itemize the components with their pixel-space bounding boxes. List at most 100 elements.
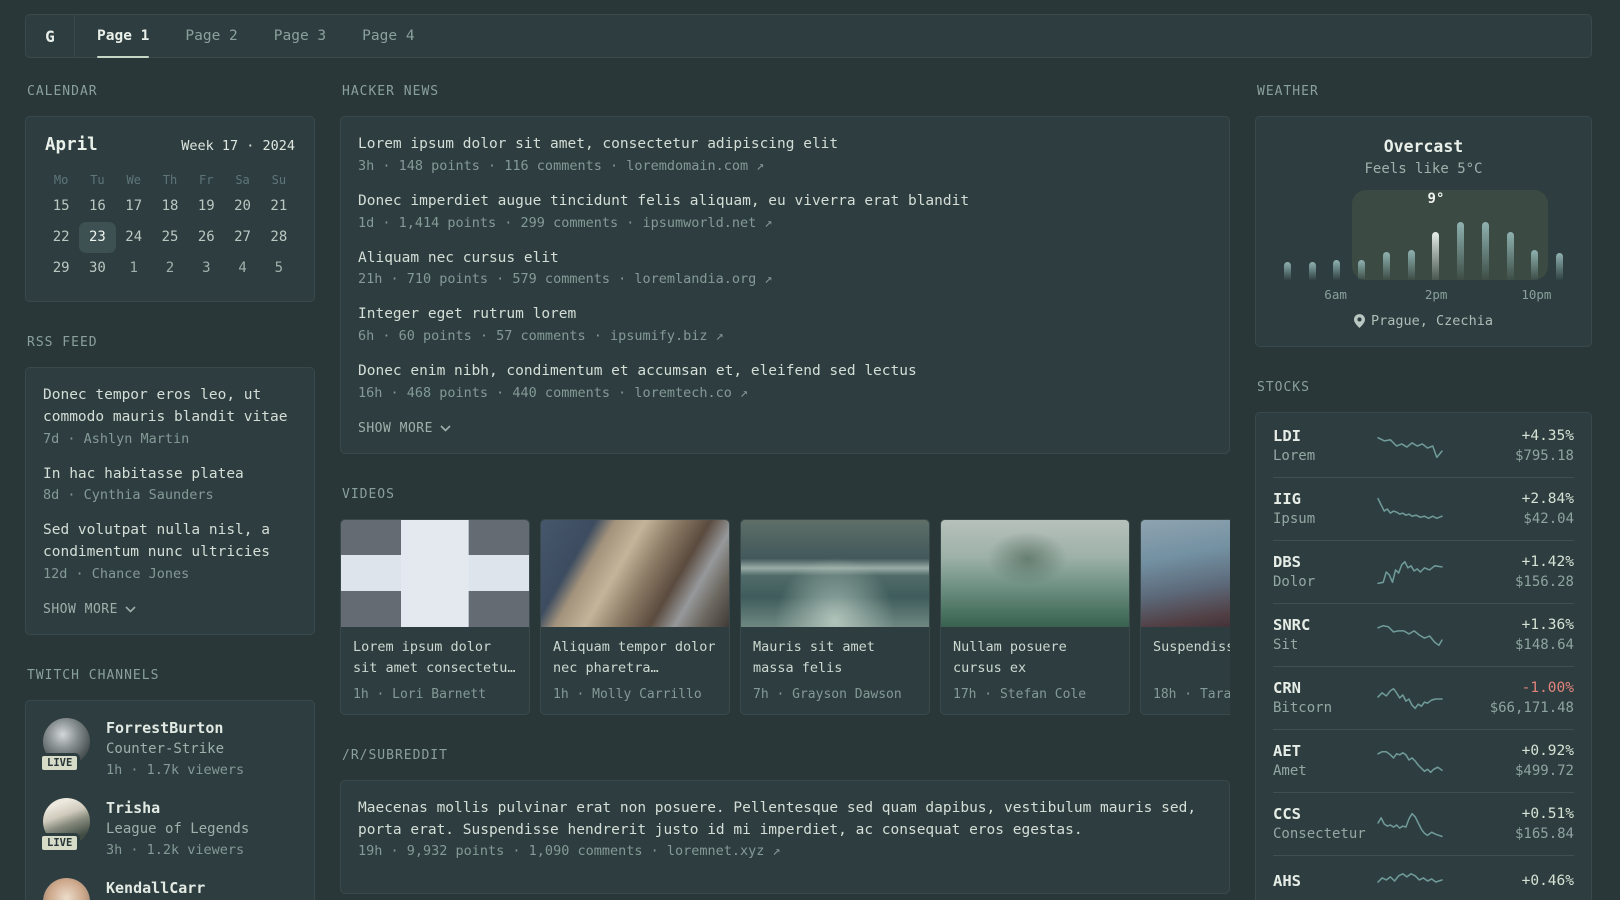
rss-item[interactable]: Donec tempor eros leo, ut commodo mauris… bbox=[43, 385, 297, 447]
weather-bar bbox=[1382, 252, 1390, 280]
twitch-channel-row[interactable]: KendallCarr bbox=[43, 877, 297, 900]
stock-sparkline bbox=[1377, 750, 1443, 774]
hn-item-meta[interactable]: 21h · 710 points · 579 comments · loreml… bbox=[358, 271, 1212, 287]
twitch-channel-name[interactable]: Trisha bbox=[106, 798, 249, 819]
twitch-channel-row[interactable]: LIVE ForrestBurton Counter-Strike 1h · 1… bbox=[39, 717, 297, 780]
video-thumbnail[interactable] bbox=[741, 519, 929, 627]
hn-item[interactable]: Donec imperdiet augue tincidunt felis al… bbox=[358, 191, 1212, 231]
twitch-channel-row[interactable]: LIVE Trisha League of Legends 3h · 1.2k … bbox=[39, 797, 297, 860]
stock-row[interactable]: DBS Dolor +1.42% $156.28 bbox=[1273, 540, 1574, 603]
hn-item[interactable]: Lorem ipsum dolor sit amet, consectetur … bbox=[358, 134, 1212, 174]
twitch-channel-name[interactable]: KendallCarr bbox=[106, 878, 205, 899]
twitch-channel-meta: 1h · 1.7k viewers bbox=[106, 761, 245, 778]
stock-name: Consectetur bbox=[1273, 826, 1366, 842]
video-card-body: Lorem ipsum dolor sit amet consectetu… 1… bbox=[341, 627, 529, 714]
calendar-day: 20 bbox=[234, 198, 251, 214]
calendar-day: 27 bbox=[234, 229, 251, 245]
video-card[interactable]: Lorem ipsum dolor sit amet consectetu… 1… bbox=[340, 518, 530, 715]
live-badge: LIVE bbox=[39, 752, 81, 773]
calendar-day: 5 bbox=[274, 260, 284, 276]
hn-item-title[interactable]: Donec imperdiet augue tincidunt felis al… bbox=[358, 191, 1212, 213]
hn-item[interactable]: Integer eget rutrum lorem 6h · 60 points… bbox=[358, 304, 1212, 344]
video-thumbnail[interactable] bbox=[541, 519, 729, 627]
hn-item-title[interactable]: Aliquam nec cursus elit bbox=[358, 248, 1212, 270]
video-title[interactable]: Aliquam tempor dolor nec pharetra… bbox=[553, 637, 717, 679]
hour-label: 2pm bbox=[1424, 287, 1448, 302]
dashboard-page: G Page 1 Page 2 Page 3 Page 4 CALENDAR A… bbox=[0, 0, 1620, 900]
video-title[interactable]: Mauris sit amet massa felis bbox=[753, 637, 917, 679]
logo[interactable]: G bbox=[26, 15, 75, 57]
tab-page-1[interactable]: Page 1 bbox=[97, 15, 150, 58]
rss-item-title[interactable]: Donec tempor eros leo, ut commodo mauris… bbox=[43, 385, 297, 429]
header-bar: G Page 1 Page 2 Page 3 Page 4 bbox=[25, 14, 1592, 58]
twitch-channel-name[interactable]: ForrestBurton bbox=[106, 718, 244, 739]
twitch-channel-game: League of Legends bbox=[106, 820, 250, 837]
hn-item-meta[interactable]: 16h · 468 points · 440 comments · loremt… bbox=[358, 385, 1212, 401]
rss-widget: Donec tempor eros leo, ut commodo mauris… bbox=[25, 367, 315, 635]
stock-identity: IIG Ipsum bbox=[1273, 489, 1377, 529]
video-title[interactable]: Lorem ipsum dolor sit amet consectetu… bbox=[353, 637, 517, 679]
twitch-widget: LIVE ForrestBurton Counter-Strike 1h · 1… bbox=[25, 699, 315, 900]
stock-row[interactable]: CCS Consectetur +0.51% $165.84 bbox=[1273, 792, 1574, 855]
page-tabs: Page 1 Page 2 Page 3 Page 4 bbox=[97, 15, 415, 58]
rss-item[interactable]: Sed volutpat nulla nisl, a condimentum n… bbox=[43, 520, 297, 582]
hn-item-title[interactable]: Lorem ipsum dolor sit amet, consectetur … bbox=[358, 134, 1212, 156]
video-title[interactable]: Suspendisse diam bbox=[1153, 637, 1230, 679]
weekday-label: Th bbox=[162, 173, 178, 187]
reddit-item-meta[interactable]: 19h · 9,932 points · 1,090 comments · lo… bbox=[358, 843, 1212, 859]
hn-item-meta[interactable]: 6h · 60 points · 57 comments · ipsumify.… bbox=[358, 328, 1212, 344]
stock-sparkline bbox=[1377, 687, 1443, 710]
video-card-body: Aliquam tempor dolor nec pharetra… 1h · … bbox=[541, 627, 729, 714]
tab-page-2[interactable]: Page 2 bbox=[185, 15, 237, 57]
reddit-item-title[interactable]: Maecenas mollis pulvinar erat non posuer… bbox=[358, 798, 1212, 842]
hn-item[interactable]: Aliquam nec cursus elit 21h · 710 points… bbox=[358, 248, 1212, 288]
hn-item-title[interactable]: Integer eget rutrum lorem bbox=[358, 304, 1212, 326]
weekday-label: We bbox=[126, 173, 141, 187]
video-thumbnail[interactable] bbox=[341, 519, 529, 627]
calendar-day: 28 bbox=[270, 229, 288, 245]
stock-price: $499.72 bbox=[1514, 763, 1574, 779]
rss-item[interactable]: In hac habitasse platea 8d · Cynthia Sau… bbox=[43, 464, 297, 504]
calendar-day: 2 bbox=[165, 260, 175, 276]
rss-item-title[interactable]: In hac habitasse platea bbox=[43, 464, 297, 486]
stock-row[interactable]: AHS +0.46% bbox=[1273, 855, 1574, 900]
video-thumbnail[interactable] bbox=[941, 519, 1129, 627]
video-card[interactable]: Suspendisse diam 18h · Tara bbox=[1140, 518, 1230, 715]
hn-show-more-button[interactable]: SHOW MORE bbox=[358, 421, 1212, 436]
calendar-day: 24 bbox=[125, 229, 143, 245]
stock-symbol: SNRC bbox=[1273, 616, 1311, 634]
hn-item-meta[interactable]: 3h · 148 points · 116 comments · loremdo… bbox=[358, 158, 1212, 174]
stock-price: $795.18 bbox=[1514, 448, 1574, 464]
stock-row[interactable]: CRN Bitcorn -1.00% $66,171.48 bbox=[1273, 666, 1574, 729]
hn-item-meta[interactable]: 1d · 1,414 points · 299 comments · ipsum… bbox=[358, 215, 1212, 231]
stock-sparkline bbox=[1377, 436, 1443, 459]
stock-row[interactable]: IIG Ipsum +2.84% $42.04 bbox=[1273, 477, 1574, 540]
right-column: WEATHER Overcast Feels like 5°C 9° 6am 2… bbox=[1255, 84, 1592, 900]
video-card[interactable]: Aliquam tempor dolor nec pharetra… 1h · … bbox=[540, 518, 730, 715]
rss-item-title[interactable]: Sed volutpat nulla nisl, a condimentum n… bbox=[43, 520, 297, 564]
calendar-widget: April Week 17 · 2024 Mo Tu We Th Fr Sa S… bbox=[25, 116, 315, 302]
hn-item-title[interactable]: Donec enim nibh, condimentum et accumsan… bbox=[358, 361, 1212, 383]
stock-name: Bitcorn bbox=[1273, 700, 1333, 716]
video-thumbnail[interactable] bbox=[1141, 519, 1230, 627]
video-card[interactable]: Mauris sit amet massa felis 7h · Grayson… bbox=[740, 518, 930, 715]
stock-row[interactable]: SNRC Sit +1.36% $148.64 bbox=[1273, 603, 1574, 666]
stock-row[interactable]: LDI Lorem +4.35% $795.18 bbox=[1273, 415, 1574, 477]
calendar-day: 3 bbox=[202, 260, 211, 276]
rss-show-more-button[interactable]: SHOW MORE bbox=[43, 602, 297, 617]
video-title[interactable]: Nullam posuere cursus ex bbox=[953, 637, 1117, 679]
map-pin-icon bbox=[1354, 314, 1366, 328]
weather-bar bbox=[1481, 222, 1489, 280]
show-more-label: SHOW MORE bbox=[358, 420, 433, 436]
reddit-item[interactable]: Maecenas mollis pulvinar erat non posuer… bbox=[358, 798, 1212, 860]
tab-page-3[interactable]: Page 3 bbox=[274, 15, 326, 57]
calendar-section: CALENDAR April Week 17 · 2024 Mo Tu We T… bbox=[25, 84, 315, 302]
tab-page-4[interactable]: Page 4 bbox=[362, 15, 414, 57]
stock-identity: LDI Lorem bbox=[1273, 426, 1377, 466]
calendar-day: 17 bbox=[125, 198, 143, 214]
weekday-label: Fr bbox=[199, 173, 214, 187]
video-card[interactable]: Nullam posuere cursus ex 17h · Stefan Co… bbox=[940, 518, 1130, 715]
stock-sparkline bbox=[1377, 812, 1443, 838]
stock-row[interactable]: AET Amet +0.92% $499.72 bbox=[1273, 729, 1574, 792]
hn-item[interactable]: Donec enim nibh, condimentum et accumsan… bbox=[358, 361, 1212, 401]
